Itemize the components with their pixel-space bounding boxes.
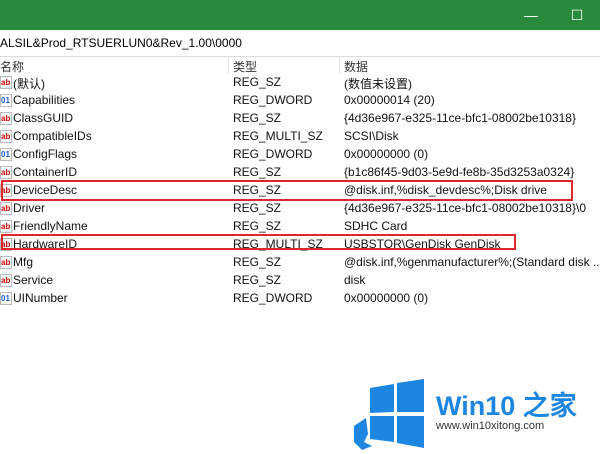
column-divider[interactable] [339,56,340,74]
maximize-icon: ☐ [570,6,584,23]
value-type: REG_DWORD [233,93,313,107]
list-item[interactable]: 01 ConfigFlags REG_DWORD 0x00000000 (0) [0,146,600,164]
address-bar[interactable]: ALSIL&Prod_RTSUERLUN0&Rev_1.00\0000 [0,30,600,57]
value-data: SDHC Card [344,219,408,233]
watermark-title: Win10 之家 [436,391,577,421]
list-item[interactable]: ab Mfg REG_SZ @disk.inf,%genmanufacturer… [0,254,600,272]
value-name: ConfigFlags [13,147,78,161]
column-type-header[interactable]: 类型 [233,58,257,75]
value-name: (默认) [13,77,45,91]
value-data: 0x00000000 (0) [344,147,429,161]
value-type: REG_SZ [233,273,282,287]
value-type: REG_SZ [233,219,282,233]
string-value-icon: ab [0,202,12,215]
dword-value-icon: 01 [0,148,12,161]
column-data-header[interactable]: 数据 [344,58,368,75]
column-header: 名称 类型 数据 [0,56,600,74]
column-divider[interactable] [228,56,229,74]
value-type: REG_DWORD [233,147,313,161]
dword-value-icon: 01 [0,94,12,107]
string-value-icon: ab [0,112,12,125]
string-value-icon: ab [0,274,12,287]
dword-value-icon: 01 [0,292,12,305]
value-data: SCSI\Disk [344,129,399,143]
value-data: @disk.inf,%genmanufacturer%;(Standard di… [344,255,600,269]
value-name: ClassGUID [13,111,74,125]
value-type: REG_SZ [233,201,282,215]
list-item[interactable]: ab ClassGUID REG_SZ {4d36e967-e325-11ce-… [0,110,600,128]
list-item[interactable]: ab (默认) REG_SZ (数值未设置) [0,74,600,92]
highlight-box-hardwareid [1,234,516,250]
value-data: (数值未设置) [344,77,412,91]
value-name: FriendlyName [13,219,88,233]
registry-path: ALSIL&Prod_RTSUERLUN0&Rev_1.00\0000 [0,36,242,50]
value-data: {4d36e967-e325-11ce-bfc1-08002be10318} [344,111,576,125]
value-type: REG_SZ [233,255,282,269]
minimize-button[interactable]: — [508,0,554,30]
list-item[interactable]: 01 Capabilities REG_DWORD 0x00000014 (20… [0,92,600,110]
maximize-button[interactable]: ☐ [554,0,600,30]
value-type: REG_SZ [233,75,282,89]
value-data: {b1c86f45-9d03-5e9d-fe8b-35d3253a0324} [344,165,575,179]
string-value-icon: ab [0,256,12,269]
string-value-icon: ab [0,76,12,89]
value-name: ContainerID [13,165,78,179]
value-data: disk [344,273,366,287]
list-item[interactable]: ab Driver REG_SZ {4d36e967-e325-11ce-bfc… [0,200,600,218]
string-value-icon: ab [0,130,12,143]
value-type: REG_DWORD [233,291,313,305]
value-name: Capabilities [13,93,76,107]
watermark: Win10 之家 www.win10xitong.com [352,376,592,454]
list-item[interactable]: ab Service REG_SZ disk [0,272,600,290]
string-value-icon: ab [0,220,12,233]
column-name-header[interactable]: 名称 [0,58,24,75]
value-type: REG_SZ [233,165,282,179]
value-name: CompatibleIDs [13,129,92,143]
value-name: Driver [13,201,45,215]
value-type: REG_SZ [233,111,282,125]
value-data: 0x00000000 (0) [344,291,429,305]
value-name: Service [13,273,54,287]
highlight-box-devicedesc [1,180,573,201]
title-bar: — ☐ [0,0,600,30]
value-data: 0x00000014 (20) [344,93,435,107]
windows-logo-icon [354,379,424,450]
list-item[interactable]: 01 UINumber REG_DWORD 0x00000000 (0) [0,290,600,308]
value-data: {4d36e967-e325-11ce-bfc1-08002be10318}\0 [344,201,586,215]
value-name: UINumber [13,291,68,305]
value-name: Mfg [13,255,34,269]
minimize-icon: — [524,7,538,23]
watermark-url: www.win10xitong.com [436,420,545,432]
list-item[interactable]: ab CompatibleIDs REG_MULTI_SZ SCSI\Disk [0,128,600,146]
value-type: REG_MULTI_SZ [233,129,323,143]
string-value-icon: ab [0,166,12,179]
